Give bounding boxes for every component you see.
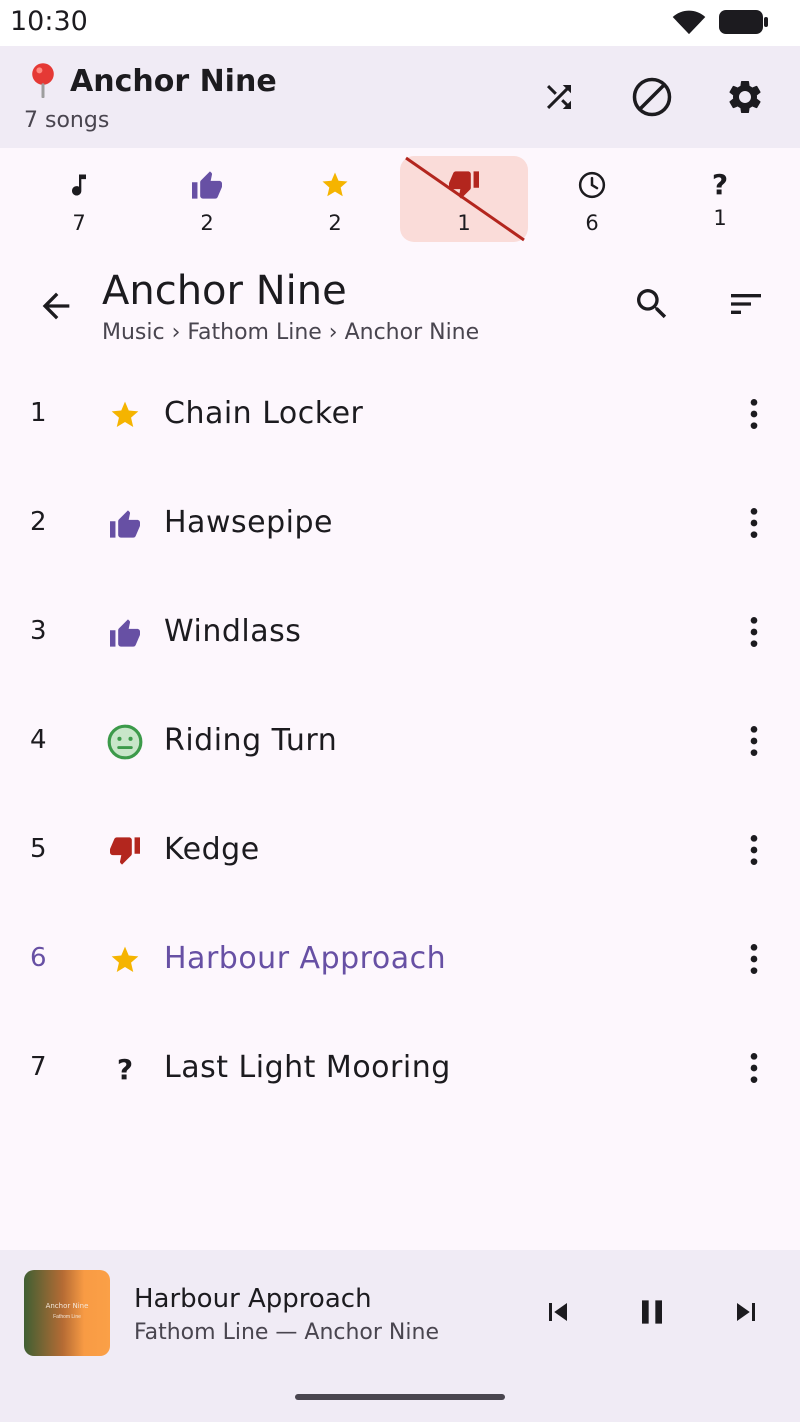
question-icon: ? <box>711 168 729 201</box>
star-icon <box>319 170 351 205</box>
track-row[interactable]: 1 Chain Locker <box>0 360 800 469</box>
pin-icon <box>28 62 58 103</box>
album-art-title: Anchor Nine <box>45 1302 89 1310</box>
now-playing-title: Harbour Approach <box>134 1284 372 1314</box>
arrow-back-icon <box>36 286 76 331</box>
pause-icon <box>632 1292 672 1337</box>
music-note-icon <box>65 170 93 205</box>
more-vert-icon[interactable] <box>732 717 776 765</box>
filter-tab-disliked[interactable]: 1 <box>400 156 528 242</box>
thumbs-down-icon <box>447 170 481 205</box>
pause-button[interactable] <box>628 1290 676 1338</box>
track-number: 2 <box>30 507 47 537</box>
filter-count: 1 <box>713 206 727 230</box>
album-header: Anchor Nine Music › Fathom Line › Anchor… <box>0 258 800 358</box>
app-bar-title: Anchor Nine <box>70 64 277 99</box>
status-icons <box>672 8 770 41</box>
more-vert-icon[interactable] <box>732 608 776 656</box>
more-vert-icon[interactable] <box>732 935 776 983</box>
rating-filter-row: 7 2 2 1 6 ? 1 <box>0 148 800 250</box>
wifi-icon <box>672 9 706 40</box>
track-number: 6 <box>30 943 47 973</box>
more-vert-icon[interactable] <box>732 390 776 438</box>
page-title: Anchor Nine <box>102 268 347 314</box>
filter-count: 1 <box>457 211 471 235</box>
album-art-artist: Fathom Line <box>53 1314 81 1320</box>
track-row[interactable]: 5 Kedge <box>0 796 800 905</box>
track-list: 1 Chain Locker 2 Hawsepipe 3 Windlass 4 <box>0 360 800 1123</box>
settings-icon <box>725 77 765 122</box>
star-icon[interactable] <box>106 396 144 434</box>
track-number: 3 <box>30 616 47 646</box>
clock-icon <box>576 170 608 205</box>
track-number: 1 <box>30 398 47 428</box>
filter-count: 7 <box>72 211 86 235</box>
settings-button[interactable] <box>722 76 768 122</box>
home-indicator[interactable] <box>295 1394 505 1400</box>
track-row[interactable]: 2 Hawsepipe <box>0 469 800 578</box>
app-bar-subtitle: 7 songs <box>24 108 110 133</box>
track-title: Chain Locker <box>164 396 364 431</box>
filter-tab-all[interactable]: 7 <box>15 156 143 242</box>
sort-button[interactable] <box>722 282 770 330</box>
filter-count: 2 <box>200 211 214 235</box>
track-number: 5 <box>30 834 47 864</box>
track-number: 7 <box>30 1052 47 1082</box>
search-button[interactable] <box>628 282 676 330</box>
search-icon <box>632 284 672 329</box>
question-icon[interactable]: ? <box>106 1050 144 1088</box>
track-title: Last Light Mooring <box>164 1050 451 1085</box>
star-icon[interactable] <box>106 941 144 979</box>
filter-tab-unrated[interactable]: ? 1 <box>656 156 784 242</box>
more-vert-icon[interactable] <box>732 499 776 547</box>
thumbs-up-icon[interactable] <box>106 505 144 543</box>
track-row[interactable]: 3 Windlass <box>0 578 800 687</box>
track-title: Windlass <box>164 614 302 649</box>
track-row[interactable]: 7 ? Last Light Mooring <box>0 1014 800 1123</box>
previous-button[interactable] <box>534 1290 582 1338</box>
track-title: Kedge <box>164 832 260 867</box>
more-vert-icon[interactable] <box>732 826 776 874</box>
filter-tab-starred[interactable]: 2 <box>271 156 399 242</box>
filter-count: 2 <box>328 211 342 235</box>
status-time: 10:30 <box>10 6 88 37</box>
more-vert-icon[interactable] <box>732 1044 776 1092</box>
neutral-face-icon[interactable] <box>106 723 144 761</box>
battery-icon <box>718 8 770 41</box>
track-number: 4 <box>30 725 47 755</box>
album-art[interactable]: Anchor Nine Fathom Line <box>24 1270 110 1356</box>
block-icon <box>631 76 673 123</box>
skip-next-icon <box>728 1294 764 1335</box>
mini-player[interactable]: Anchor Nine Fathom Line Harbour Approach… <box>0 1250 800 1422</box>
filter-tab-recent[interactable]: 6 <box>528 156 656 242</box>
status-bar: 10:30 <box>0 0 800 46</box>
track-row-now-playing[interactable]: 6 Harbour Approach <box>0 905 800 1014</box>
now-playing-subtitle: Fathom Line — Anchor Nine <box>134 1320 439 1345</box>
block-button[interactable] <box>629 76 675 122</box>
thumbs-up-icon <box>190 170 224 205</box>
filter-count: 6 <box>585 211 599 235</box>
sort-icon <box>726 284 766 329</box>
track-row[interactable]: 4 Riding Turn <box>0 687 800 796</box>
track-title: Harbour Approach <box>164 941 447 976</box>
filter-tab-liked[interactable]: 2 <box>143 156 271 242</box>
track-title: Riding Turn <box>164 723 338 758</box>
thumbs-up-icon[interactable] <box>106 614 144 652</box>
shuffle-button[interactable] <box>536 76 582 122</box>
shuffle-icon <box>541 79 577 120</box>
next-button[interactable] <box>722 1290 770 1338</box>
thumbs-down-icon[interactable] <box>106 832 144 870</box>
skip-previous-icon <box>540 1294 576 1335</box>
app-bar: Anchor Nine 7 songs <box>0 46 800 148</box>
track-title: Hawsepipe <box>164 505 333 540</box>
breadcrumb[interactable]: Music › Fathom Line › Anchor Nine <box>102 320 479 345</box>
back-button[interactable] <box>32 284 80 332</box>
